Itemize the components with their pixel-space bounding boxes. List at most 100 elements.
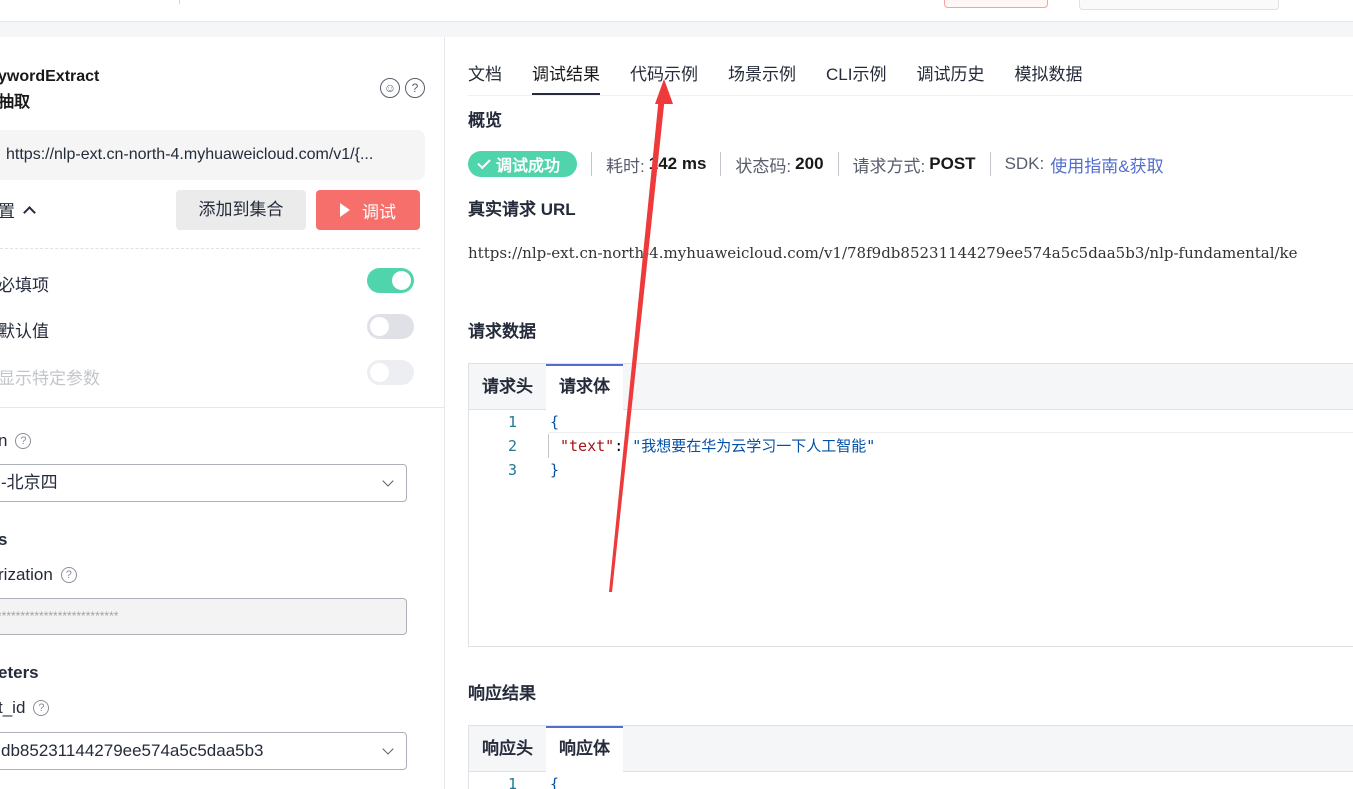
tab-scenario-example[interactable]: 场景示例 (728, 61, 796, 97)
line-number: 1 (507, 413, 517, 431)
help-icon[interactable]: ? (405, 78, 425, 98)
top-bar (0, 0, 1353, 22)
authorization-input[interactable]: ************************** (0, 598, 407, 635)
page-gutter (0, 22, 1353, 37)
time-value: 142 ms (648, 154, 707, 173)
parameters-section-title: eters (0, 663, 39, 682)
required-toggle[interactable] (367, 268, 414, 293)
method-label: 请求方式: (852, 156, 926, 176)
top-action-button[interactable] (944, 0, 1048, 8)
top-divider (179, 0, 180, 4)
project-id-label-text: t_id (0, 698, 26, 717)
authorization-field-label: rization ? (0, 565, 77, 585)
json-colon: : (614, 437, 633, 455)
json-value: "我想要在华为云学习一下人工智能" (632, 437, 876, 455)
request-data-title: 请求数据 (468, 322, 536, 341)
debug-button-label: 调试 (362, 202, 396, 222)
real-url-value: https://nlp-ext.cn-north-4.myhuaweicloud… (468, 244, 1298, 262)
region-field-label: n ? (0, 431, 32, 451)
headers-section-title: s (0, 530, 7, 550)
tab-response-header[interactable]: 响应头 (469, 726, 546, 772)
config-label: 置 (0, 197, 15, 222)
request-code-panel: 请求头 请求体 1 { 2 "text": "我想要在华为云学习一下人工智能" … (468, 363, 1353, 647)
api-title-en: ywordExtract (0, 68, 100, 85)
tab-code-example[interactable]: 代码示例 (630, 61, 698, 97)
tab-docs[interactable]: 文档 (468, 61, 502, 97)
add-to-collection-button[interactable]: 添加到集合 (176, 190, 306, 230)
project-id-select-value: db85231144279ee574a5c5daa5b3 (1, 741, 264, 760)
divider (0, 407, 444, 408)
json-key: "text" (560, 437, 615, 455)
method-value: POST (929, 154, 976, 173)
overview-summary: 调试成功 耗时: 142 ms 状态码: 200 请求方式: POST SDK:… (468, 149, 1164, 179)
code-line: 1 { (469, 772, 1353, 789)
specific-params-toggle-label: 显示特定参数 (0, 369, 100, 388)
toggle-knob (370, 363, 389, 382)
line-number: 2 (507, 437, 517, 455)
config-toggle[interactable]: 置 (0, 197, 36, 222)
tab-request-body[interactable]: 请求体 (546, 364, 623, 411)
line-number: 3 (507, 461, 517, 479)
request-panel-tabs: 请求头 请求体 (469, 364, 1353, 411)
help-icon[interactable]: ? (33, 700, 50, 716)
code-text: { (550, 775, 560, 789)
authorization-label-text: rization (0, 565, 53, 584)
tab-cli-example[interactable]: CLI示例 (826, 61, 886, 97)
chevron-down-icon (382, 743, 394, 755)
status-badge: 调试成功 (468, 151, 578, 177)
api-title: ywordExtract 抽取 (0, 64, 99, 116)
required-toggle-label: 必填项 (0, 276, 49, 295)
region-select-value: -北京四 (1, 473, 58, 492)
tab-request-header[interactable]: 请求头 (469, 364, 546, 410)
sdk-label: SDK: (1004, 154, 1045, 173)
region-label-text: n (0, 431, 7, 451)
tab-response-body[interactable]: 响应体 (546, 726, 623, 773)
tabs-divider (468, 95, 1353, 96)
region-select[interactable]: -北京四 (0, 464, 407, 502)
smiley-icon[interactable]: ☺ (380, 78, 400, 98)
request-code-editor[interactable]: 1 { 2 "text": "我想要在华为云学习一下人工智能" 3 } (469, 410, 1353, 482)
tab-mock-data[interactable]: 模拟数据 (1014, 61, 1082, 97)
code-line: 3 } (469, 458, 1353, 482)
project-id-field-label: t_id ? (0, 698, 50, 718)
code-line: 1 { (469, 410, 1353, 434)
request-config-panel: ywordExtract 抽取 ☺ ? https://nlp-ext.cn-n… (0, 37, 445, 789)
result-panel: 文档 调试结果 代码示例 场景示例 CLI示例 调试历史 模拟数据 概览 调试成… (446, 37, 1353, 789)
project-id-select[interactable]: db85231144279ee574a5c5daa5b3 (0, 732, 407, 770)
endpoint-url[interactable]: https://nlp-ext.cn-north-4.myhuaweicloud… (0, 130, 425, 180)
api-title-cn: 抽取 (0, 94, 31, 111)
default-value-toggle[interactable] (367, 314, 414, 339)
chevron-up-icon (23, 205, 36, 219)
divider (989, 152, 991, 176)
time-label: 耗时: (606, 156, 645, 176)
divider (591, 152, 593, 176)
result-tabs: 文档 调试结果 代码示例 场景示例 CLI示例 调试历史 模拟数据 (468, 61, 1112, 97)
help-icon[interactable]: ? (60, 567, 77, 583)
tab-debug-result[interactable]: 调试结果 (532, 61, 600, 97)
tab-debug-history[interactable]: 调试历史 (916, 61, 984, 97)
top-search-input[interactable] (1079, 0, 1279, 10)
response-panel-tabs: 响应头 响应体 (469, 726, 1353, 773)
status-code-value: 200 (795, 154, 824, 173)
status-code-label: 状态码: (735, 156, 792, 176)
code-text: } (550, 461, 560, 479)
help-icon[interactable]: ? (15, 433, 32, 449)
code-text: { (550, 413, 560, 431)
sdk-guide-link[interactable]: 使用指南&获取 (1050, 152, 1163, 177)
divider (0, 248, 420, 249)
toggle-knob (392, 271, 411, 290)
response-code-panel: 响应头 响应体 1 { (468, 725, 1353, 789)
api-title-icons: ☺ ? (380, 78, 425, 98)
line-number: 1 (507, 775, 517, 789)
default-value-toggle-label: 默认值 (0, 322, 49, 341)
toggle-knob (370, 317, 389, 336)
divider (837, 152, 839, 176)
response-result-title: 响应结果 (468, 684, 536, 703)
code-line: 2 "text": "我想要在华为云学习一下人工智能" (469, 434, 1353, 458)
chevron-down-icon (382, 475, 394, 487)
play-icon (340, 203, 350, 217)
overview-title: 概览 (468, 111, 502, 130)
response-code-editor[interactable]: 1 { (469, 772, 1353, 789)
real-url-title: 真实请求 URL (468, 200, 576, 219)
debug-button[interactable]: 调试 (316, 190, 420, 230)
